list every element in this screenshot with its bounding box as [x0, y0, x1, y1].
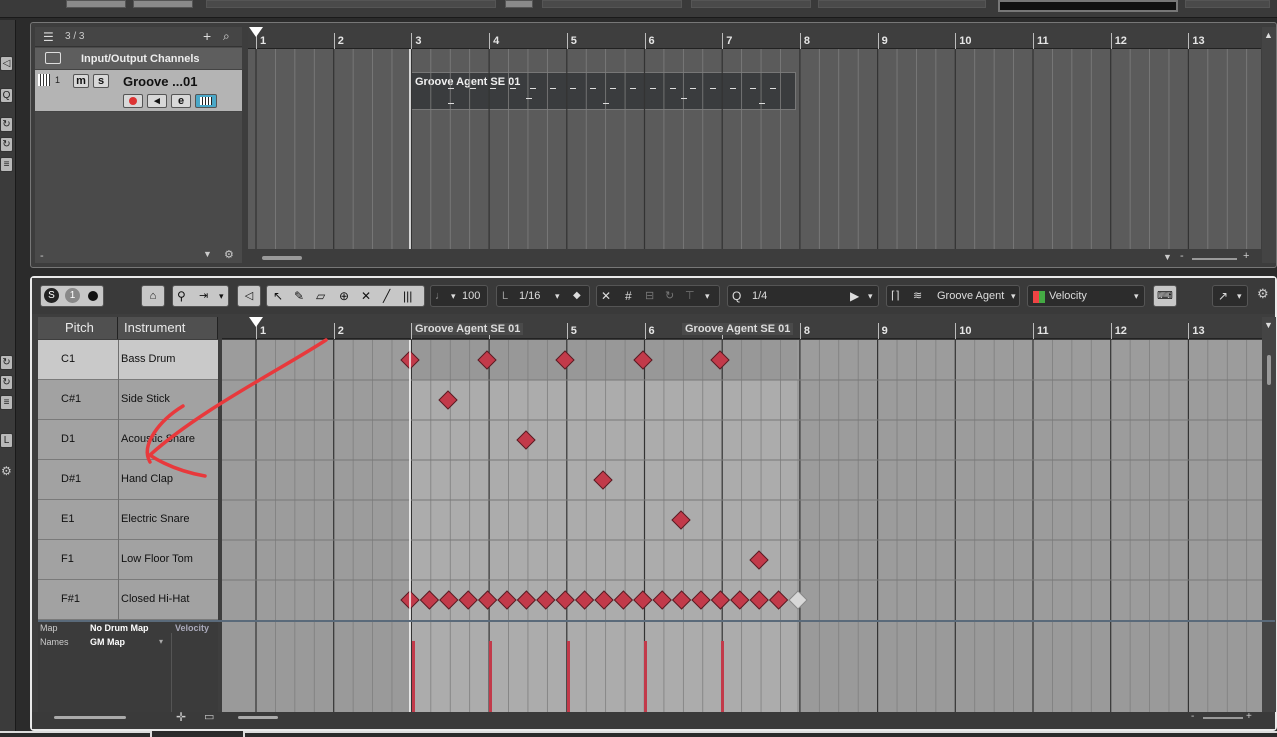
annotation-stroke	[147, 338, 328, 478]
annotation-arrow	[145, 338, 328, 478]
